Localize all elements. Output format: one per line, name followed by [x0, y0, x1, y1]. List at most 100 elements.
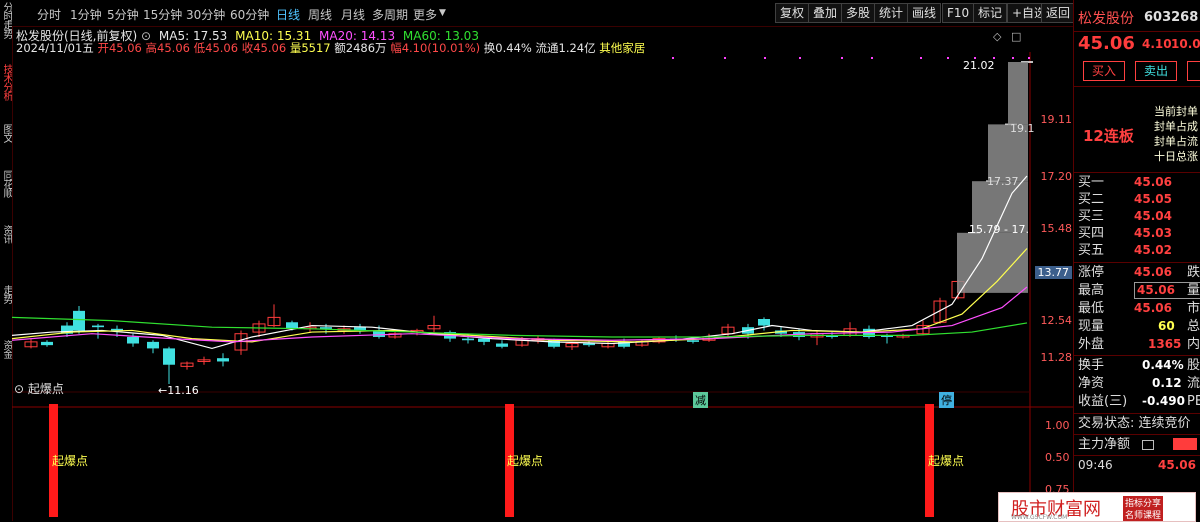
period-more[interactable]: 更多 [413, 6, 437, 23]
stats-button[interactable]: 统计 [874, 3, 909, 23]
back-button[interactable]: 返回 [1041, 3, 1076, 23]
candle-body [478, 338, 490, 342]
divider [1074, 262, 1200, 263]
watermark-tag-2: 名师课程 [1123, 508, 1164, 521]
marker-dot [841, 57, 843, 59]
price-axis: 19.11 17.20 15.48 13.77 12.54 11.28 [1030, 52, 1072, 407]
more-trade-button[interactable] [1187, 61, 1200, 81]
period-15min[interactable]: 15分钟 [143, 6, 182, 23]
price-tick: 15.48 [1040, 222, 1073, 235]
high-annotation: 21.02 [963, 59, 995, 72]
candle-body [147, 341, 159, 349]
trade-status: 交易状态: 连续竞价 [1078, 416, 1191, 431]
stat-tail: 总 [1187, 319, 1200, 334]
bid-price: 45.02 [1134, 243, 1172, 257]
signal-label-3: 起爆点 [928, 454, 965, 468]
overlay-button[interactable]: 叠加 [808, 3, 843, 23]
adjust-button[interactable]: 复权 [775, 3, 810, 23]
bid-label: 买一 [1078, 175, 1105, 190]
stat-tail: 流 [1187, 376, 1200, 391]
left-tab-funds[interactable]: 资金 [0, 340, 12, 370]
period-1min[interactable]: 1分钟 [70, 6, 102, 23]
divider [1074, 86, 1200, 87]
period-intraday[interactable]: 分时 [37, 6, 61, 23]
mark-button[interactable]: 标记 [973, 3, 1008, 23]
marker-dot [947, 57, 949, 59]
marker-dot [672, 57, 674, 59]
candle-body [687, 340, 699, 342]
divider [1074, 455, 1200, 456]
panel-controls: ◇ □ [993, 30, 1021, 43]
bid-price: 45.04 [1134, 209, 1172, 223]
left-tab-technical[interactable]: 技术分析 [0, 64, 12, 112]
more-chevron-icon[interactable]: ▼ [439, 8, 446, 18]
f10-button[interactable]: F10 [942, 3, 975, 23]
left-tab-news[interactable]: 资讯 [0, 225, 12, 255]
left-tab-intraday[interactable]: 分时走势 [0, 2, 12, 42]
period-60min[interactable]: 60分钟 [230, 6, 269, 23]
candle-body [217, 358, 229, 362]
period-daily[interactable]: 日线 [276, 6, 300, 23]
sell-button[interactable]: 卖出 [1135, 61, 1177, 81]
signal-label-2: 起爆点 [507, 454, 544, 468]
divider [1074, 31, 1200, 32]
signal-label-1: 起爆点 [52, 454, 89, 468]
period-30min[interactable]: 30分钟 [186, 6, 225, 23]
indicator-title[interactable]: ⊙ 起爆点 [14, 380, 64, 397]
limit-up-streak-badge: 12连板 [1083, 127, 1134, 145]
price-tick: 19.11 [1040, 113, 1073, 126]
flow-bar [1173, 438, 1197, 450]
gap-block [957, 232, 1028, 293]
candle-body [758, 319, 770, 326]
candle-body [73, 310, 85, 331]
gap-annotation-3: 15.79 - 17. [969, 223, 1029, 236]
stat-tail: 股 [1187, 358, 1200, 373]
stat-label: 换手 [1078, 358, 1105, 373]
kline-chart[interactable] [12, 52, 1073, 521]
last-price: 45.06 [1078, 33, 1135, 54]
divider [1074, 434, 1200, 435]
period-multi[interactable]: 多周期 [372, 6, 408, 23]
price-tick: 12.54 [1040, 314, 1073, 327]
maximize-icon[interactable]: □ [1011, 30, 1021, 43]
stock-name: 松发股份 [1078, 11, 1134, 27]
stat-label: 收益(三) [1078, 394, 1128, 409]
stat-label: 现量 [1078, 319, 1105, 334]
left-tab-ths[interactable]: 同花顺 [0, 170, 12, 210]
candle-body [41, 341, 53, 346]
bid-price: 45.05 [1134, 192, 1172, 206]
draw-line-button[interactable]: 画线 [907, 3, 942, 23]
bid-label: 买五 [1078, 243, 1105, 258]
marker-dot [1012, 57, 1014, 59]
candle-body [127, 336, 139, 344]
stat-tail: PE [1187, 394, 1200, 409]
stats-block: 涨停 45.06 跌 最高 45.06 量 最低 45.06 市 现量 60 总… [1074, 264, 1200, 354]
period-monthly[interactable]: 月线 [341, 6, 365, 23]
bid-book: 买一 45.06 买二 45.05 买三 45.04 买四 45.03 买五 4… [1074, 174, 1200, 262]
tick-price: 45.06 [1158, 458, 1196, 472]
bid-label: 买三 [1078, 209, 1105, 224]
left-tab-trend[interactable]: 走势 [0, 285, 12, 315]
ma5-line [12, 175, 1028, 350]
current-price-tag: 13.77 [1034, 266, 1072, 279]
diamond-icon[interactable]: ◇ [993, 30, 1001, 43]
left-tab-graphic[interactable]: 图文 [0, 124, 12, 154]
marker-dot [920, 57, 922, 59]
tick-time: 09:46 [1078, 458, 1113, 472]
ma10-line [12, 248, 1028, 343]
candle-body [92, 325, 104, 328]
multi-stock-button[interactable]: 多股 [841, 3, 876, 23]
stat-label: 最高 [1078, 283, 1105, 298]
indicator-settings-icon[interactable]: ⊙ [14, 382, 24, 396]
main-flow-label[interactable]: 主力净额 [1078, 436, 1130, 453]
event-badge-reduce[interactable]: 减 [693, 392, 708, 408]
ind-tick: 0.50 [1045, 451, 1070, 464]
event-badge-halt[interactable]: 停 [939, 392, 954, 408]
period-5min[interactable]: 5分钟 [107, 6, 139, 23]
candle-body [583, 343, 595, 346]
period-weekly[interactable]: 周线 [308, 6, 332, 23]
stat-label: 最低 [1078, 301, 1105, 316]
buy-button[interactable]: 买入 [1083, 61, 1125, 81]
stock-code: 603268 [1144, 10, 1199, 25]
flow-toggle-icon[interactable] [1142, 440, 1154, 450]
